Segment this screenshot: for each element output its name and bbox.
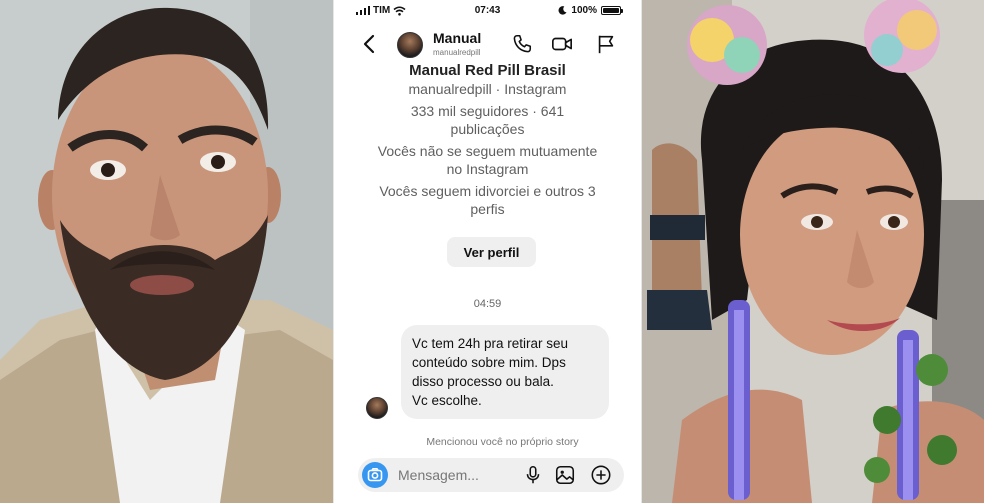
profile-summary: Manual Red Pill Brasil manualredpill · I… [334, 62, 641, 218]
photo-woman [642, 0, 984, 503]
profile-mutual-line2: no Instagram [446, 161, 529, 177]
message-bubble[interactable]: Vc tem 24h pra retirar seu conteúdo sobr… [401, 325, 609, 419]
sender-avatar[interactable] [366, 397, 388, 419]
profile-mutual-line1: Vocês não se seguem mutuamente [377, 143, 598, 159]
chat-header: Manual manualredpill [334, 24, 641, 66]
message-line: disso processo ou bala. [412, 374, 554, 389]
photo-man [0, 0, 333, 503]
header-name[interactable]: Manual [433, 30, 501, 46]
status-bar: TIM 07:43 100% [334, 0, 641, 24]
photo-woman-illustration [642, 0, 984, 503]
camera-icon [367, 468, 383, 482]
message-line: Vc tem 24h pra retirar seu [412, 336, 569, 351]
profile-stats-line2: publicações [450, 121, 525, 137]
message-line: conteúdo sobre mim. Dps [412, 355, 566, 370]
profile-name: Manual Red Pill Brasil [409, 62, 566, 76]
plus-icon[interactable] [590, 464, 612, 486]
message-input[interactable] [398, 466, 508, 484]
video-call-icon[interactable] [551, 33, 573, 55]
header-handle: manualredpill [433, 48, 481, 57]
photo-man-illustration [0, 0, 333, 503]
profile-follows-line1: Vocês seguem idivorciei e outros 3 [379, 183, 596, 199]
mic-icon[interactable] [522, 464, 544, 486]
instagram-dm-screen: TIM 07:43 100% Manual manualredpill Manu… [333, 0, 642, 503]
view-profile-button[interactable]: Ver perfil [447, 237, 536, 267]
call-icon[interactable] [511, 33, 533, 55]
flag-icon[interactable] [595, 33, 617, 55]
message-line: Vc escolhe. [412, 393, 482, 408]
message-composer [358, 458, 624, 492]
gallery-icon[interactable] [554, 464, 576, 486]
profile-stats-line1: 333 mil seguidores · 641 [410, 103, 565, 119]
camera-button[interactable] [362, 462, 388, 488]
battery-percent: 100% [571, 5, 597, 16]
header-avatar[interactable] [397, 32, 423, 58]
profile-subtitle: manualredpill · Instagram [408, 81, 567, 97]
status-right: 100% [558, 5, 623, 16]
battery-icon [601, 6, 623, 15]
moon-icon [558, 6, 567, 15]
profile-follows-line2: perfis [470, 201, 505, 217]
story-mention-note[interactable]: Mencionou você no próprio story [334, 436, 641, 448]
message-timestamp: 04:59 [473, 298, 502, 310]
battery-fill [603, 8, 619, 13]
back-icon[interactable] [362, 34, 376, 54]
